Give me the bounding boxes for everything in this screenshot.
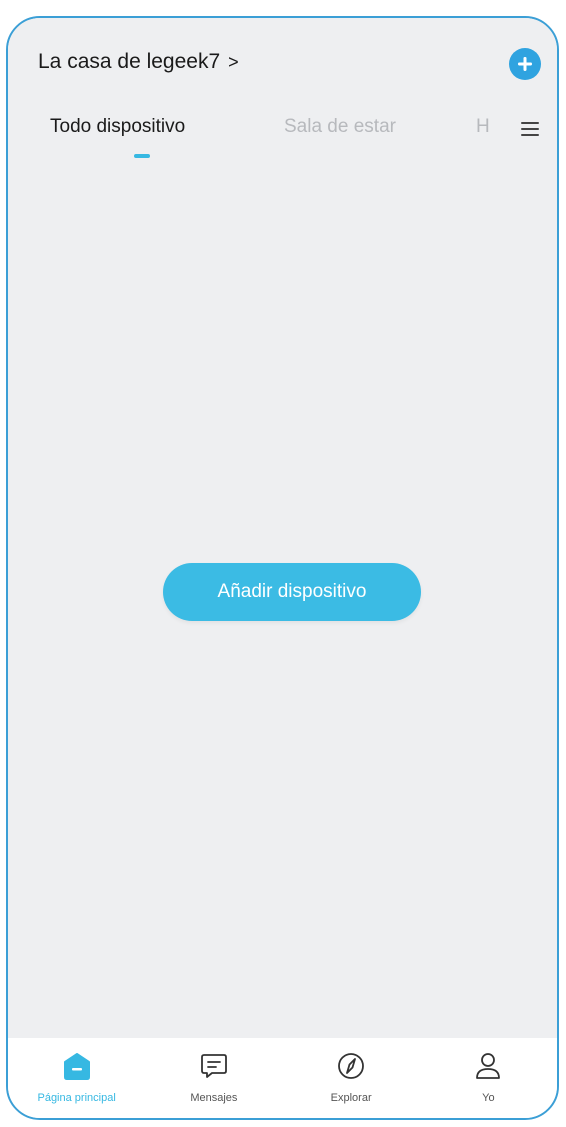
add-button[interactable] <box>509 48 541 80</box>
user-icon <box>470 1048 506 1084</box>
compass-icon <box>333 1048 369 1084</box>
tab-h[interactable]: H <box>476 116 490 138</box>
home-icon <box>59 1048 95 1084</box>
room-tabs: Todo dispositivo Sala de estar H <box>8 116 557 166</box>
active-tab-indicator <box>134 154 150 158</box>
message-icon <box>196 1048 232 1084</box>
home-selector[interactable]: La casa de legeek7 > <box>38 50 239 74</box>
add-device-button[interactable]: Añadir dispositivo <box>163 563 421 621</box>
tab-menu-icon[interactable] <box>521 122 539 138</box>
plus-circle-icon <box>518 57 532 71</box>
tab-sala-de-estar[interactable]: Sala de estar <box>284 116 396 138</box>
tabbar-label-messages: Mensajes <box>190 1092 238 1104</box>
phone-screen: La casa de legeek7 > Todo dispositivo Sa… <box>6 16 559 1120</box>
tabbar-label-home: Página principal <box>37 1092 116 1104</box>
tabbar-label-explore: Explorar <box>330 1092 372 1104</box>
chevron-right-icon: > <box>228 51 239 72</box>
bottom-tab-bar: Página principal Mensajes Explorar Yo <box>8 1038 557 1118</box>
tabbar-item-explore[interactable]: Explorar <box>283 1038 420 1118</box>
tab-todo-dispositivo[interactable]: Todo dispositivo <box>50 116 185 138</box>
tabbar-item-me[interactable]: Yo <box>420 1038 557 1118</box>
header: La casa de legeek7 > Todo dispositivo Sa… <box>8 18 557 178</box>
tabbar-item-messages[interactable]: Mensajes <box>145 1038 282 1118</box>
home-title: La casa de legeek7 <box>38 50 221 73</box>
tabbar-item-home[interactable]: Página principal <box>8 1038 145 1118</box>
tabbar-label-me: Yo <box>482 1092 495 1104</box>
